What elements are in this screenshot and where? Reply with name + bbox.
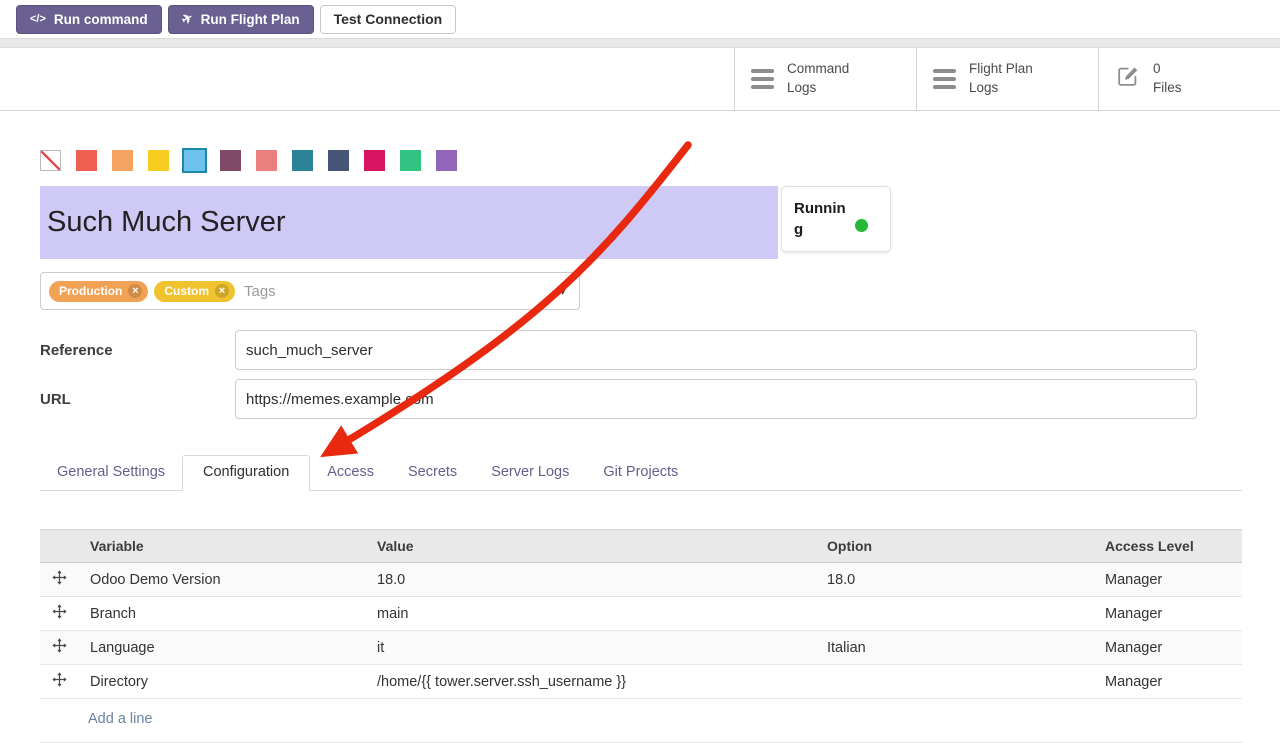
color-swatch-teal[interactable]: [292, 150, 313, 171]
server-name: Such Much Server: [47, 206, 286, 239]
notebook-tabs: General Settings Configuration Access Se…: [40, 455, 1242, 491]
tag-remove-icon[interactable]: ×: [128, 284, 142, 298]
cell-variable[interactable]: Language: [78, 631, 365, 665]
test-connection-label: Test Connection: [334, 11, 443, 27]
configuration-table: Variable Value Option Access Level Odoo …: [40, 529, 1242, 743]
tag-remove-icon[interactable]: ×: [215, 284, 229, 298]
table-row: Directory /home/{{ tower.server.ssh_user…: [40, 665, 1242, 699]
run-flight-plan-label: Run Flight Plan: [201, 12, 300, 27]
top-toolbar: </> Run command ✈ Run Flight Plan Test C…: [0, 0, 1280, 38]
tab-configuration[interactable]: Configuration: [182, 455, 310, 491]
plane-icon: ✈: [179, 9, 196, 28]
drag-handle-icon[interactable]: [40, 563, 78, 597]
color-swatch-navy[interactable]: [328, 150, 349, 171]
color-swatch-salmon[interactable]: [256, 150, 277, 171]
url-input[interactable]: [235, 379, 1197, 419]
separator-band: [0, 38, 1280, 48]
cell-access-level[interactable]: Manager: [1093, 597, 1242, 631]
title-row: Such Much Server Running: [40, 186, 1242, 259]
flight-plan-logs-label: Flight Plan Logs: [969, 60, 1033, 98]
table-row: Language it Italian Manager: [40, 631, 1242, 665]
tab-general-settings[interactable]: General Settings: [40, 456, 182, 490]
server-name-input[interactable]: Such Much Server: [40, 186, 778, 259]
column-header-variable: Variable: [78, 530, 365, 563]
cell-access-level[interactable]: Manager: [1093, 563, 1242, 597]
run-flight-plan-button[interactable]: ✈ Run Flight Plan: [168, 5, 314, 34]
cell-option[interactable]: [815, 597, 1093, 631]
color-swatch-yellow[interactable]: [148, 150, 169, 171]
column-header-option: Option: [815, 530, 1093, 563]
chevron-down-icon[interactable]: ▾: [559, 283, 566, 299]
url-label: URL: [40, 391, 235, 408]
tab-server-logs[interactable]: Server Logs: [474, 456, 586, 490]
header-bar: Command Logs Flight Plan Logs 0 Files: [0, 48, 1280, 111]
main-content: Such Much Server Running Production × Cu…: [0, 148, 1280, 743]
tags-input[interactable]: Production × Custom × Tags ▾: [40, 272, 580, 310]
table-row: Odoo Demo Version 18.0 18.0 Manager: [40, 563, 1242, 597]
cell-option[interactable]: Italian: [815, 631, 1093, 665]
command-logs-label: Command Logs: [787, 60, 849, 98]
reference-input[interactable]: [235, 330, 1197, 370]
color-swatch-red[interactable]: [76, 150, 97, 171]
tag-custom-label: Custom: [164, 284, 209, 298]
tab-secrets[interactable]: Secrets: [391, 456, 474, 490]
column-header-access-level: Access Level: [1093, 530, 1242, 563]
add-line-row: Add a line: [40, 699, 1242, 743]
cell-variable[interactable]: Odoo Demo Version: [78, 563, 365, 597]
code-icon: </>: [30, 13, 46, 25]
run-command-label: Run command: [54, 12, 148, 27]
color-swatch-purple[interactable]: [436, 150, 457, 171]
cell-variable[interactable]: Directory: [78, 665, 365, 699]
tag-custom[interactable]: Custom ×: [154, 281, 235, 302]
cell-value[interactable]: /home/{{ tower.server.ssh_username }}: [365, 665, 815, 699]
drag-handle-icon[interactable]: [40, 665, 78, 699]
cell-value[interactable]: it: [365, 631, 815, 665]
files-label: 0 Files: [1153, 60, 1182, 98]
handle-column-header: [40, 530, 78, 563]
tab-git-projects[interactable]: Git Projects: [586, 456, 695, 490]
cell-variable[interactable]: Branch: [78, 597, 365, 631]
edit-pencil-icon: [1115, 64, 1140, 95]
color-swatch-magenta[interactable]: [364, 150, 385, 171]
reference-row: Reference: [40, 330, 1242, 370]
table-header-row: Variable Value Option Access Level: [40, 530, 1242, 563]
status-dot-green: [855, 219, 868, 232]
cell-access-level[interactable]: Manager: [1093, 631, 1242, 665]
tag-production-label: Production: [59, 284, 122, 298]
reference-label: Reference: [40, 342, 235, 359]
test-connection-button[interactable]: Test Connection: [320, 5, 457, 34]
table-row: Branch main Manager: [40, 597, 1242, 631]
cell-option[interactable]: 18.0: [815, 563, 1093, 597]
color-picker: [40, 148, 1242, 173]
add-a-line-link[interactable]: Add a line: [52, 706, 153, 735]
list-icon: [933, 69, 956, 89]
cell-value[interactable]: 18.0: [365, 563, 815, 597]
tag-production[interactable]: Production ×: [49, 281, 148, 302]
tab-access[interactable]: Access: [310, 456, 391, 490]
column-header-value: Value: [365, 530, 815, 563]
cell-value[interactable]: main: [365, 597, 815, 631]
tags-placeholder: Tags: [244, 283, 276, 300]
color-swatch-orange[interactable]: [112, 150, 133, 171]
color-swatch-darkpurple[interactable]: [220, 150, 241, 171]
color-swatch-cyan-selected[interactable]: [184, 150, 205, 171]
drag-handle-icon[interactable]: [40, 597, 78, 631]
cell-access-level[interactable]: Manager: [1093, 665, 1242, 699]
flight-plan-logs-button[interactable]: Flight Plan Logs: [916, 48, 1098, 110]
status-label: Running: [794, 198, 846, 240]
drag-handle-icon[interactable]: [40, 631, 78, 665]
run-command-button[interactable]: </> Run command: [16, 5, 162, 34]
status-widget[interactable]: Running: [781, 186, 891, 252]
color-swatch-none[interactable]: [40, 150, 61, 171]
list-icon: [751, 69, 774, 89]
url-row: URL: [40, 379, 1242, 419]
cell-option[interactable]: [815, 665, 1093, 699]
command-logs-button[interactable]: Command Logs: [734, 48, 916, 110]
color-swatch-green[interactable]: [400, 150, 421, 171]
files-button[interactable]: 0 Files: [1098, 48, 1280, 110]
